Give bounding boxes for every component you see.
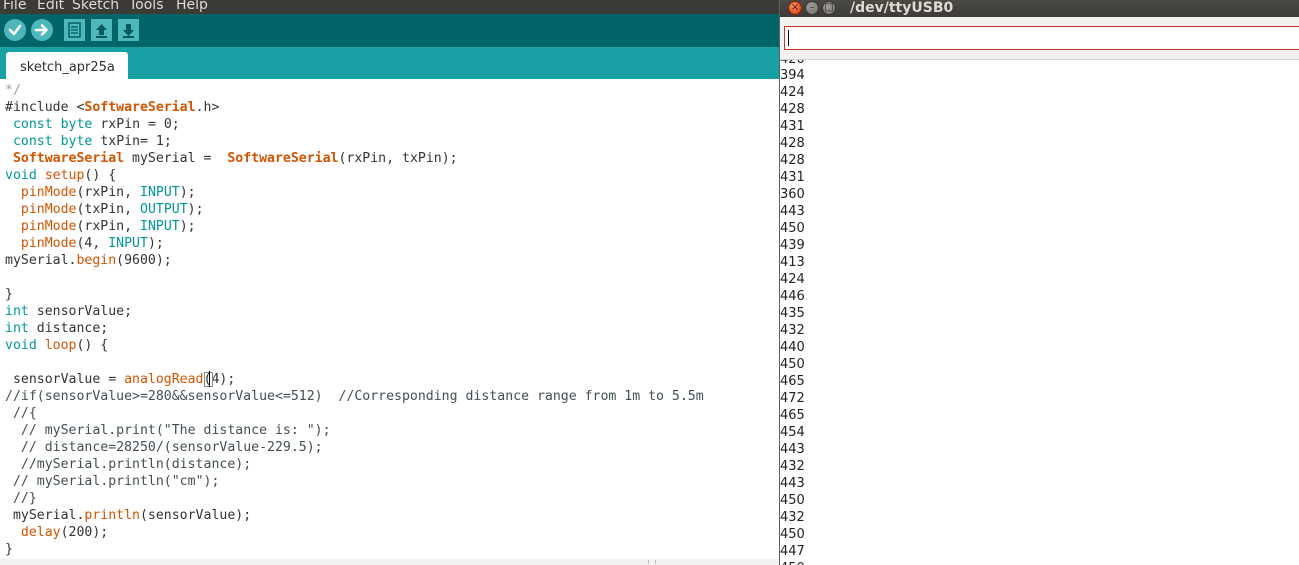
serial-line: 440	[780, 340, 805, 355]
horizontal-scrollbar[interactable]	[0, 559, 779, 565]
serial-line: 443	[780, 204, 805, 219]
code-line: //if(sensorValue>=280&&sensorValue<=512)…	[5, 389, 704, 404]
code-line: void loop() {	[5, 338, 109, 353]
serial-line: 394	[780, 68, 805, 83]
text-caret	[788, 30, 789, 46]
serial-line: 465	[780, 374, 805, 389]
serial-line: 424	[780, 272, 805, 287]
code-line: mySerial.begin(9600);	[5, 253, 172, 268]
arrow-up-icon	[96, 24, 107, 38]
serial-line: 432	[780, 510, 805, 525]
serial-window-title: /dev/ttyUSB0	[850, 0, 954, 16]
serial-line: 450	[780, 527, 805, 542]
code-line: int sensorValue;	[5, 304, 133, 319]
code-line: void setup() {	[5, 168, 117, 183]
code-line: pinMode(rxPin, INPUT);	[20, 185, 196, 200]
serial-line: 428	[780, 102, 805, 117]
serial-line: 443	[780, 442, 805, 457]
menu-file[interactable]: File	[3, 0, 26, 14]
save-sketch-button[interactable]	[118, 19, 139, 41]
open-sketch-button[interactable]	[91, 19, 112, 41]
menu-tools[interactable]: Tools	[129, 0, 164, 14]
code-line: //mySerial.println(distance);	[20, 457, 252, 472]
serial-line: 424	[780, 85, 805, 100]
code-line: mySerial.println(sensorValue);	[5, 508, 252, 523]
code-line: const byte txPin= 1;	[12, 134, 172, 149]
serial-line: 439	[780, 238, 805, 253]
arduino-ide-window: File Edit Sketch Tools Help sketch_apr25…	[0, 0, 779, 565]
code-line: #include <SoftwareSerial.h>	[5, 100, 220, 115]
serial-line: 435	[780, 306, 805, 321]
tab-sketch[interactable]: sketch_apr25a	[6, 52, 128, 79]
serial-send-input[interactable]	[784, 26, 1299, 50]
code-line: //{	[12, 406, 37, 421]
serial-line: 465	[780, 408, 805, 423]
serial-line: 413	[780, 255, 805, 270]
serial-line: 428	[780, 136, 805, 151]
serial-line: 432	[780, 323, 805, 338]
code-line: sensorValue = analogRead(4);	[5, 372, 236, 387]
serial-line: 428	[780, 153, 805, 168]
serial-line: 450	[780, 357, 805, 372]
minimize-icon[interactable]: –	[805, 1, 819, 15]
serial-line: 472	[780, 391, 805, 406]
code-line: */	[5, 83, 21, 98]
serial-monitor-window: × – □ /dev/ttyUSB0 420394424428431428428…	[779, 0, 1299, 565]
serial-line: 360	[780, 187, 805, 202]
upload-button[interactable]	[31, 19, 53, 41]
serial-title-bar[interactable]: × – □ /dev/ttyUSB0	[780, 0, 1299, 17]
code-line: //}	[12, 491, 37, 506]
new-sketch-button[interactable]	[64, 19, 85, 41]
menu-edit[interactable]: Edit	[37, 0, 64, 14]
toolbar	[0, 14, 779, 47]
checkmark-icon	[8, 24, 22, 36]
code-line: SoftwareSerial mySerial = SoftwareSerial…	[12, 151, 458, 166]
close-icon[interactable]: ×	[788, 1, 802, 15]
serial-line: 450	[780, 493, 805, 508]
serial-line: 450	[780, 221, 805, 236]
code-line: pinMode(rxPin, INPUT);	[20, 219, 196, 234]
code-line: }	[5, 542, 13, 557]
code-line: // mySerial.println("cm");	[12, 474, 220, 489]
arrow-down-icon	[123, 24, 134, 38]
serial-line: 454	[780, 425, 805, 440]
serial-line: 443	[780, 476, 805, 491]
code-line: pinMode(4, INPUT);	[20, 236, 164, 251]
tab-sketch-label: sketch_apr25a	[20, 60, 115, 75]
scrollbar-grip[interactable]	[648, 560, 656, 564]
serial-line: 432	[780, 459, 805, 474]
verify-button[interactable]	[4, 19, 26, 41]
serial-line: 431	[780, 170, 805, 185]
text-caret	[209, 371, 210, 387]
serial-output-area[interactable]: 4203944244284314284284313604434504394134…	[780, 60, 1299, 565]
new-file-icon	[68, 22, 81, 38]
code-line: pinMode(txPin, OUTPUT);	[20, 202, 204, 217]
maximize-icon[interactable]: □	[822, 1, 836, 15]
arrow-right-icon	[34, 24, 48, 36]
serial-line: 431	[780, 119, 805, 134]
tab-strip: sketch_apr25a	[0, 47, 779, 79]
menu-help[interactable]: Help	[176, 0, 208, 14]
code-line: delay(200);	[20, 525, 109, 540]
menu-bar: File Edit Sketch Tools Help	[0, 0, 779, 14]
code-editor[interactable]: */ #include <SoftwareSerial.h> const byte…	[0, 79, 779, 559]
serial-line: 447	[780, 544, 805, 559]
code-line: }	[5, 287, 13, 302]
serial-send-area	[780, 17, 1299, 60]
code-line: const byte rxPin = 0;	[12, 117, 180, 132]
menu-sketch[interactable]: Sketch	[72, 0, 119, 14]
serial-line-partial: 450	[780, 560, 805, 565]
serial-line: 446	[780, 289, 805, 304]
code-line: // mySerial.print("The distance is: ");	[20, 423, 331, 438]
code-line: // distance=28250/(sensorValue-229.5);	[20, 440, 323, 455]
code-line: int distance;	[5, 321, 109, 336]
